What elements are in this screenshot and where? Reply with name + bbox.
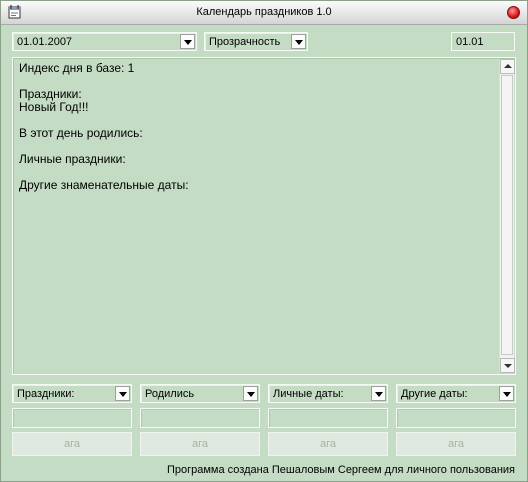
close-icon[interactable] xyxy=(507,6,520,19)
date-select[interactable]: 01.01.2007 xyxy=(12,32,197,51)
other-dates-aga-button[interactable]: ага xyxy=(396,432,516,456)
personal-dates-input[interactable] xyxy=(268,408,388,428)
category-label: Личные даты: xyxy=(273,388,344,400)
other-dates-input[interactable] xyxy=(396,408,516,428)
scroll-down-icon[interactable] xyxy=(500,358,515,373)
transparency-select[interactable]: Прозрачность xyxy=(204,32,308,51)
personal-dates-category-select[interactable]: Личные даты: xyxy=(268,384,388,403)
chevron-down-icon[interactable] xyxy=(243,386,258,401)
holiday-info-box[interactable]: Индекс дня в базе: 1 Праздники: Новый Го… xyxy=(12,57,516,375)
chevron-down-icon[interactable] xyxy=(180,34,195,49)
date-code-field[interactable]: 01.01 xyxy=(451,32,515,51)
born-aga-button[interactable]: ага xyxy=(140,432,260,456)
holiday-info-text: Индекс дня в базе: 1 Праздники: Новый Го… xyxy=(19,61,189,192)
chevron-down-icon[interactable] xyxy=(115,386,130,401)
scroll-up-icon[interactable] xyxy=(500,59,515,74)
title-bar[interactable]: Календарь праздников 1.0 xyxy=(1,1,527,25)
vertical-scrollbar[interactable] xyxy=(499,59,515,373)
window-title: Календарь праздников 1.0 xyxy=(196,6,332,18)
chevron-down-icon[interactable] xyxy=(291,34,306,49)
category-label: Праздники: xyxy=(17,388,75,400)
category-label: Другие даты: xyxy=(401,388,468,400)
scroll-thumb[interactable] xyxy=(501,75,513,355)
holidays-category-select[interactable]: Праздники: xyxy=(12,384,132,403)
chevron-down-icon[interactable] xyxy=(371,386,386,401)
born-category-select[interactable]: Родились xyxy=(140,384,260,403)
born-input[interactable] xyxy=(140,408,260,428)
other-dates-category-select[interactable]: Другие даты: xyxy=(396,384,516,403)
date-select-value: 01.01.2007 xyxy=(17,36,73,48)
holidays-input[interactable] xyxy=(12,408,132,428)
transparency-select-value: Прозрачность xyxy=(209,36,281,48)
app-window: Календарь праздников 1.0 01.01.2007 Проз… xyxy=(0,0,528,482)
personal-dates-aga-button[interactable]: ага xyxy=(268,432,388,456)
chevron-down-icon[interactable] xyxy=(499,386,514,401)
holidays-aga-button[interactable]: ага xyxy=(12,432,132,456)
category-label: Родились xyxy=(145,388,195,400)
author-footer: Программа создана Пешаловым Сергеем для … xyxy=(166,464,515,476)
